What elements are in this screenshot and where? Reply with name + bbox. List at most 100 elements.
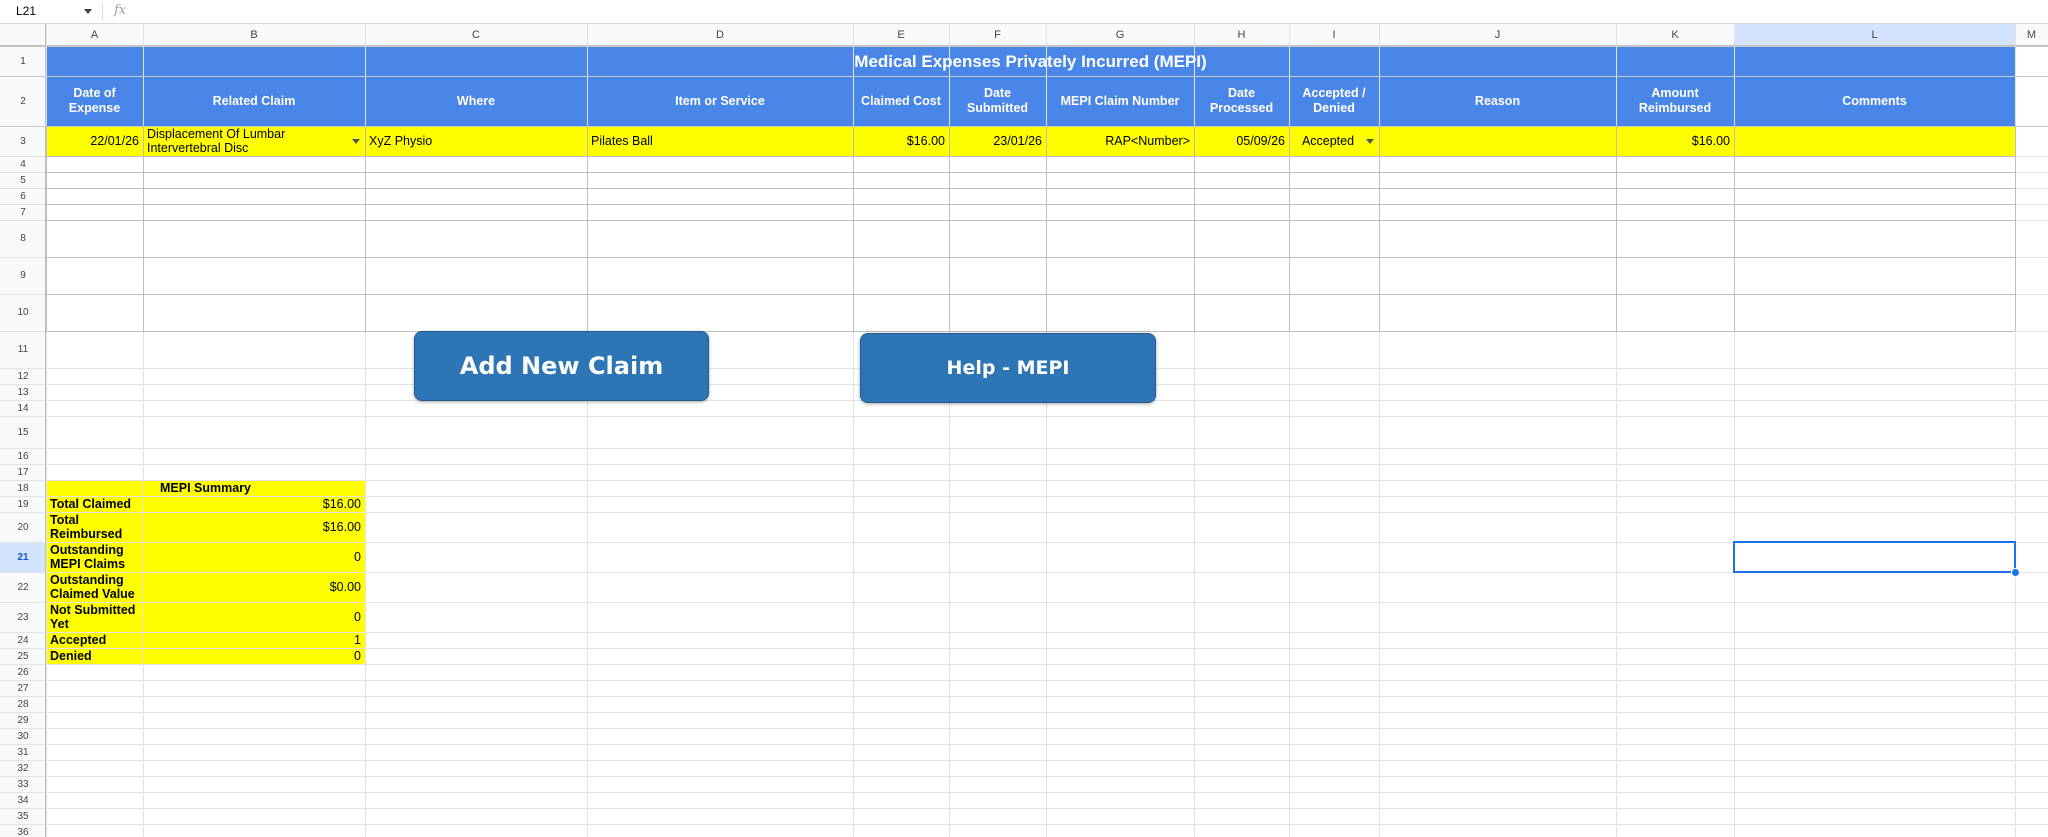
column-header-a[interactable]: A [46, 24, 143, 46]
header-cell-7: Date Processed [1209, 86, 1274, 115]
summary-label: Outstanding MEPI Claims [50, 543, 126, 571]
formula-bar: L21 fx [0, 0, 2048, 24]
header-cell-0: Date of Expense [68, 86, 121, 115]
row-header-22[interactable]: 22 [0, 572, 46, 602]
row-header-35[interactable]: 35 [0, 808, 46, 824]
selected-cell-l21[interactable] [1733, 541, 2016, 573]
summary-label: Outstanding Claimed Value [50, 573, 135, 601]
column-header-h[interactable]: H [1194, 24, 1289, 46]
summary-label: Not Submitted Yet [50, 603, 136, 631]
column-header-g[interactable]: G [1046, 24, 1194, 46]
row-header-32[interactable]: 32 [0, 760, 46, 776]
sheet-title: Medical Expenses Privately Incurred (MEP… [854, 51, 1207, 71]
row-header-34[interactable]: 34 [0, 792, 46, 808]
record-comments[interactable] [1734, 126, 2015, 156]
header-cell-11: Comments [1842, 93, 1907, 108]
summary-label: Total Claimed [50, 497, 132, 511]
name-box-dropdown-icon[interactable] [84, 9, 92, 14]
column-header-j[interactable]: J [1379, 24, 1616, 46]
header-cell-8: Accepted / Denied [1302, 86, 1366, 115]
row-header-33[interactable]: 33 [0, 776, 46, 792]
formula-bar-divider [102, 4, 103, 20]
row-header-11[interactable]: 11 [0, 331, 46, 368]
record-claim-number[interactable]: RAP<Number> [1046, 126, 1194, 156]
row-header-3[interactable]: 3 [0, 126, 46, 156]
row-header-36[interactable]: 36 [0, 824, 46, 837]
summary-value: 0 [354, 610, 361, 624]
row-header-24[interactable]: 24 [0, 632, 46, 648]
column-header-i[interactable]: I [1289, 24, 1379, 46]
row-header-18[interactable]: 18 [0, 480, 46, 496]
header-cell-4: Claimed Cost [861, 93, 941, 108]
record-where[interactable]: XyZ Physio [365, 126, 587, 156]
row-header-6[interactable]: 6 [0, 188, 46, 204]
row-header-23[interactable]: 23 [0, 602, 46, 632]
summary-value: 0 [354, 649, 361, 663]
row-header-16[interactable]: 16 [0, 448, 46, 464]
summary-value: 0 [354, 550, 361, 564]
record-date-processed[interactable]: 05/09/26 [1194, 126, 1289, 156]
row-header-28[interactable]: 28 [0, 696, 46, 712]
row-header-8[interactable]: 8 [0, 220, 46, 257]
summary-value: 1 [354, 633, 361, 647]
row-header-19[interactable]: 19 [0, 496, 46, 512]
column-header-l[interactable]: L [1734, 24, 2015, 46]
row-header-31[interactable]: 31 [0, 744, 46, 760]
row-header-25[interactable]: 25 [0, 648, 46, 664]
spreadsheet-grid[interactable]: A B C D E F G H I J K L M 1 2 3 4 5 6 7 8 9 10 11 12 13 14 15 16 17 18… [0, 24, 2048, 837]
header-cell-2: Where [456, 93, 496, 108]
record-claimed-cost[interactable]: $16.00 [853, 126, 949, 156]
row-header-12[interactable]: 12 [0, 368, 46, 384]
row-header-17[interactable]: 17 [0, 464, 46, 480]
row-header-21[interactable]: 21 [0, 542, 46, 572]
header-cell-3: Item or Service [675, 93, 765, 108]
summary-label: Total Reimbursed [50, 513, 123, 541]
record-reason[interactable] [1379, 126, 1616, 156]
summary-label: Denied [50, 649, 92, 663]
column-header-c[interactable]: C [365, 24, 587, 46]
row-header-27[interactable]: 27 [0, 680, 46, 696]
row-header-15[interactable]: 15 [0, 416, 46, 448]
row-header-2[interactable]: 2 [0, 76, 46, 126]
status-dropdown-icon[interactable] [1366, 139, 1374, 144]
row-header-26[interactable]: 26 [0, 664, 46, 680]
header-cell-1: Related Claim [212, 93, 296, 108]
summary-value: $0.00 [329, 580, 361, 594]
row-header-10[interactable]: 10 [0, 294, 46, 331]
row-header-1[interactable]: 1 [0, 46, 46, 76]
header-cell-6: MEPI Claim Number [1060, 93, 1180, 108]
record-item-or-service[interactable]: Pilates Ball [587, 126, 853, 156]
summary-value: $16.00 [322, 497, 361, 511]
help-mepi-button[interactable]: Help - MEPI [860, 333, 1156, 403]
header-cell-9: Reason [1474, 93, 1521, 108]
column-header-m[interactable]: M [2015, 24, 2048, 46]
record-amount-reimbursed[interactable]: $16.00 [1616, 126, 1734, 156]
related-claim-dropdown-icon[interactable] [352, 139, 360, 144]
header-cell-5: Date Submitted [966, 86, 1029, 115]
row-header-4[interactable]: 4 [0, 156, 46, 172]
row-header-13[interactable]: 13 [0, 384, 46, 400]
add-new-claim-button[interactable]: Add New Claim [414, 331, 709, 401]
summary-label: Accepted [50, 633, 107, 647]
column-header-k[interactable]: K [1616, 24, 1734, 46]
fill-handle[interactable] [2011, 568, 2020, 577]
column-header-d[interactable]: D [587, 24, 853, 46]
row-header-29[interactable]: 29 [0, 712, 46, 728]
row-header-9[interactable]: 9 [0, 257, 46, 294]
row-header-30[interactable]: 30 [0, 728, 46, 744]
row-header-5[interactable]: 5 [0, 172, 46, 188]
record-related-claim[interactable]: Displacement Of Lumbar Intervertebral Di… [143, 126, 365, 156]
record-date-of-expense[interactable]: 22/01/26 [46, 126, 143, 156]
summary-title: MEPI Summary [159, 481, 251, 495]
column-header-b[interactable]: B [143, 24, 365, 46]
name-box[interactable]: L21 [8, 2, 92, 21]
fx-icon: fx [114, 3, 127, 18]
row-header-7[interactable]: 7 [0, 204, 46, 220]
summary-value: $16.00 [322, 520, 361, 534]
record-date-submitted[interactable]: 23/01/26 [949, 126, 1046, 156]
header-cell-10: Amount Reimbursed [1638, 86, 1712, 115]
row-header-20[interactable]: 20 [0, 512, 46, 542]
column-header-f[interactable]: F [949, 24, 1046, 46]
column-header-e[interactable]: E [853, 24, 949, 46]
row-header-14[interactable]: 14 [0, 400, 46, 416]
